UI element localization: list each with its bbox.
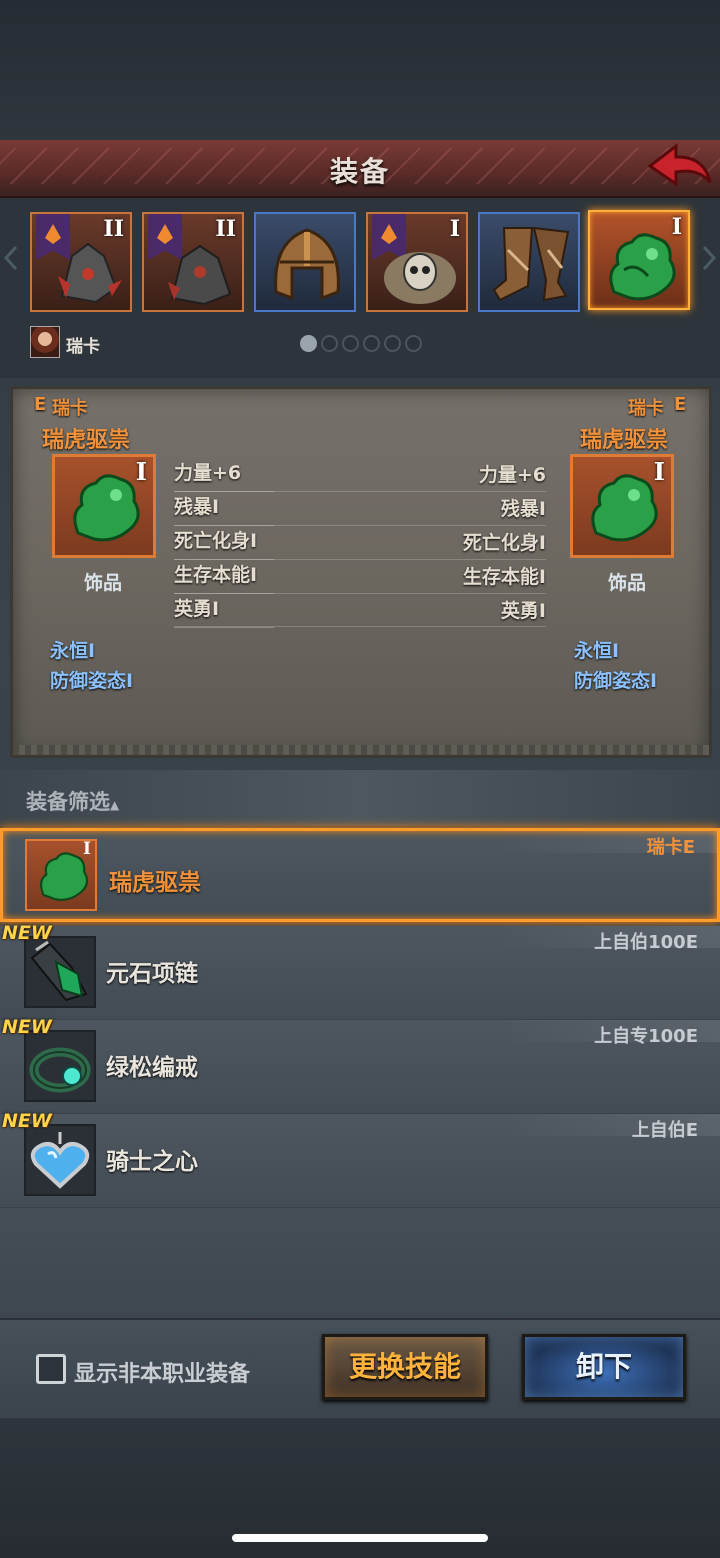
right-arrow-icon[interactable]	[702, 245, 716, 271]
chevron-up-icon: ▲	[110, 798, 120, 812]
character-avatar[interactable]	[30, 326, 60, 358]
home-indicator[interactable]	[232, 1534, 488, 1542]
right-item-name: 瑞虎驱祟	[580, 428, 669, 453]
new-badge: NEW	[2, 1016, 52, 1038]
stat-divider	[174, 491, 546, 492]
page-dot[interactable]	[342, 335, 359, 352]
back-arrow-icon	[647, 142, 712, 187]
left-owner-mark: E	[34, 394, 47, 415]
left-owner: 瑞卡	[52, 398, 88, 419]
page-dot[interactable]	[405, 335, 422, 352]
jade-amulet-icon	[609, 233, 676, 301]
stat-divider	[174, 559, 546, 560]
slot-rank: I	[671, 214, 682, 240]
slot-pauldron[interactable]: I	[366, 212, 468, 312]
new-badge: NEW	[2, 922, 52, 944]
page-dot[interactable]	[384, 335, 401, 352]
item-owner: 上自专100E	[594, 1026, 698, 1047]
slot-rank: II	[103, 216, 124, 242]
new-badge: NEW	[2, 1110, 52, 1132]
list-item[interactable]: 上自伯100E 元石项链 NEW	[0, 922, 720, 1020]
slot-boots[interactable]	[478, 212, 580, 312]
item-icon-box	[24, 936, 96, 1008]
item-name: 绿松编戒	[106, 1055, 198, 1081]
right-stat: 生存本能I	[462, 566, 546, 588]
slot-rank: II	[215, 216, 236, 242]
panel-edge	[13, 745, 709, 755]
item-name: 骑士之心	[106, 1149, 198, 1175]
right-blue-stat: 永恒I	[574, 640, 620, 662]
slot-accessory-selected[interactable]: I	[588, 210, 690, 310]
item-rank: I	[83, 839, 91, 859]
unequip-button[interactable]: 卸下	[522, 1334, 686, 1400]
right-stat: 残暴I	[500, 498, 546, 520]
item-icon-box: I	[25, 839, 97, 911]
item-owner: 瑞卡E	[646, 837, 695, 858]
left-item-type: 饰品	[84, 572, 123, 594]
stat-divider	[174, 525, 546, 526]
stat-divider	[174, 626, 546, 627]
page-dot[interactable]	[300, 335, 317, 352]
jade-amulet-icon	[73, 474, 140, 542]
change-skill-button[interactable]: 更换技能	[322, 1334, 488, 1400]
page-title: 装备	[329, 155, 390, 188]
left-stat: 残暴I	[174, 492, 274, 526]
list-item[interactable]: 上自专100E 绿松编戒 NEW	[0, 1016, 720, 1114]
left-item-icon-box: I	[52, 454, 156, 558]
leather-boots-icon	[492, 226, 570, 302]
turquoise-ring-icon	[29, 1047, 91, 1093]
checkbox-label: 显示非本职业装备	[74, 1362, 251, 1387]
bronze-helmet-icon	[274, 228, 340, 301]
heart-pendant-icon	[30, 1132, 90, 1189]
filter-toggle[interactable]: 装备筛选▲	[26, 786, 119, 816]
header-bar: 装备	[0, 140, 720, 198]
jade-amulet-icon	[591, 474, 658, 542]
item-icon-box	[24, 1124, 96, 1196]
page-dot[interactable]	[321, 335, 338, 352]
right-stat: 死亡化身I	[462, 532, 546, 554]
page-dot[interactable]	[363, 335, 380, 352]
slot-helmet-dark[interactable]: II	[30, 212, 132, 312]
item-icon-box	[24, 1030, 96, 1102]
slot-rank: I	[449, 216, 460, 242]
character-name: 瑞卡	[66, 337, 100, 357]
right-item-type: 饰品	[608, 572, 647, 594]
item-owner: 上自伯E	[631, 1120, 698, 1141]
item-name: 元石项链	[106, 961, 198, 987]
left-stat: 力量+6	[174, 458, 274, 492]
item-owner: 上自伯100E	[594, 932, 698, 953]
left-arrow-icon[interactable]	[4, 245, 18, 271]
item-rank: I	[135, 457, 147, 486]
right-owner-mark: E	[674, 394, 687, 415]
left-stat: 英勇I	[174, 594, 274, 628]
slot-armor-dark[interactable]: II	[142, 212, 244, 312]
right-stat: 英勇I	[500, 600, 546, 622]
item-name: 瑞虎驱祟	[109, 870, 201, 896]
skull-pauldron-icon	[384, 252, 456, 304]
slot-helmet[interactable]	[254, 212, 356, 312]
left-stat: 死亡化身I	[174, 526, 274, 560]
item-rank: I	[653, 457, 665, 486]
right-blue-stat: 防御姿态I	[574, 670, 658, 692]
left-blue-stat: 永恒I	[50, 640, 96, 662]
gem-necklace-icon	[30, 940, 88, 1002]
stat-divider	[174, 593, 546, 594]
left-stat: 生存本能I	[174, 560, 274, 594]
page-indicator	[300, 335, 422, 352]
show-other-class-checkbox[interactable]	[36, 1354, 66, 1384]
dark-armor-icon	[168, 244, 232, 306]
top-background	[0, 0, 720, 140]
list-empty-area	[0, 1208, 720, 1318]
right-stat: 力量+6	[478, 464, 546, 486]
left-blue-stat: 防御姿态I	[50, 670, 134, 692]
right-item-icon-box: I	[570, 454, 674, 558]
dark-helm-icon	[58, 242, 122, 304]
list-item[interactable]: 上自伯E 骑士之心 NEW	[0, 1110, 720, 1208]
filter-label: 装备筛选	[26, 790, 110, 814]
back-button[interactable]	[646, 142, 714, 192]
right-owner: 瑞卡	[628, 398, 664, 419]
left-item-name: 瑞虎驱祟	[42, 428, 131, 453]
list-item[interactable]: 瑞卡E I 瑞虎驱祟	[0, 828, 720, 922]
